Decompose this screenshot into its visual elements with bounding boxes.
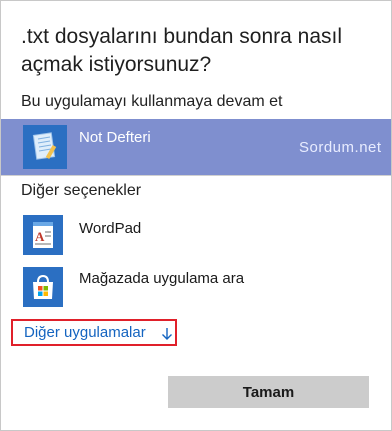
- app-option-store[interactable]: Mağazada uygulama ara: [1, 263, 391, 319]
- app-option-label: WordPad: [79, 220, 142, 237]
- dialog-title: .txt dosyalarını bundan sonra nasıl açma…: [21, 25, 343, 76]
- wordpad-icon: A: [23, 215, 67, 259]
- open-with-dialog: .txt dosyalarını bundan sonra nasıl açma…: [0, 0, 392, 431]
- svg-text:A: A: [35, 229, 45, 244]
- divider: [1, 175, 391, 176]
- ok-button[interactable]: Tamam: [168, 376, 369, 408]
- more-apps-link[interactable]: Diğer uygulamalar: [11, 319, 177, 346]
- store-icon: [23, 267, 67, 311]
- arrow-down-icon: [161, 325, 173, 348]
- watermark-text: Sordum.net: [299, 139, 382, 156]
- more-apps-label: Diğer uygulamalar: [24, 324, 146, 341]
- other-options-label: Diğer seçenekler: [21, 182, 142, 199]
- app-option-label: Mağazada uygulama ara: [79, 270, 245, 287]
- app-option-wordpad[interactable]: A WordPad: [1, 209, 391, 265]
- app-option-notepad[interactable]: Not Defteri Sordum.net: [1, 119, 391, 175]
- app-option-label: Not Defteri: [79, 129, 151, 146]
- notepad-icon: [23, 125, 67, 169]
- continue-section-label: Bu uygulamayı kullanmaya devam et: [21, 93, 283, 110]
